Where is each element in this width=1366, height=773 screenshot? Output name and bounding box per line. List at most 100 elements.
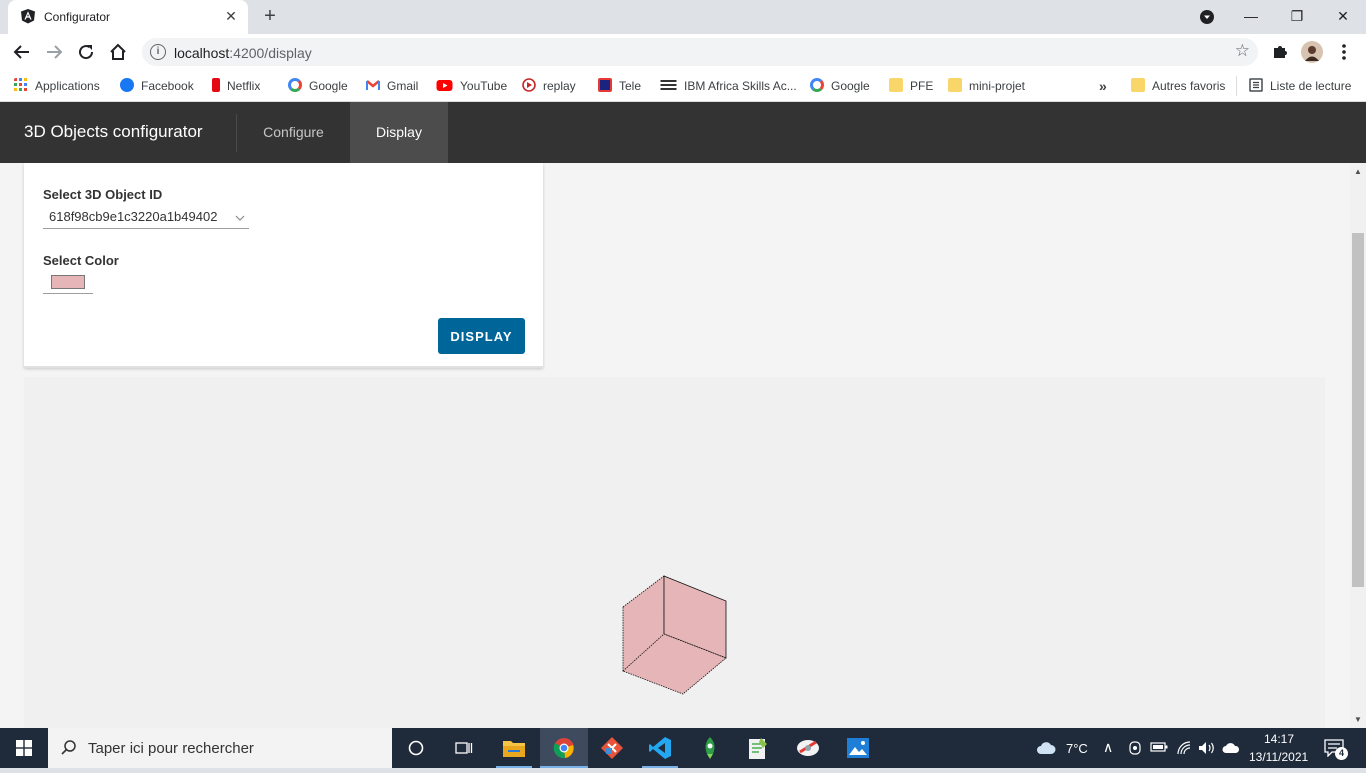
taskbar-git[interactable] — [588, 728, 636, 768]
bookmark-folder-pfe[interactable]: PFE — [889, 76, 933, 96]
bookmark-folder-mini-projet[interactable]: mini-projet — [948, 76, 1025, 96]
new-tab-button[interactable]: + — [258, 6, 282, 28]
tray-expand-icon[interactable]: ∧ — [1103, 739, 1113, 756]
3d-viewer-canvas[interactable] — [24, 377, 1325, 728]
battery-icon[interactable] — [1150, 741, 1168, 753]
address-bar[interactable]: i localhost:4200/display ☆ — [142, 38, 1258, 66]
weather-temperature[interactable]: 7°C — [1066, 741, 1088, 756]
taskbar-vscode[interactable] — [636, 728, 684, 768]
google-icon — [810, 78, 824, 92]
replay-icon — [522, 78, 536, 92]
more-vertical-icon — [1342, 44, 1346, 60]
3d-cube[interactable] — [622, 575, 727, 695]
bookmark-google[interactable]: Google — [288, 76, 348, 96]
taskbar-photos[interactable] — [834, 728, 882, 768]
vscode-icon — [649, 737, 671, 759]
url-text[interactable]: localhost:4200/display — [174, 45, 312, 61]
chevron-down-icon — [235, 215, 245, 221]
app-header: 3D Objects configurator Configure Displa… — [0, 102, 1366, 163]
bookmark-folder-autres-favoris[interactable]: Autres favoris — [1131, 76, 1225, 96]
notification-center-button[interactable]: 4 — [1322, 738, 1348, 760]
clock-time[interactable]: 14:17 — [1264, 732, 1294, 746]
reload-button[interactable] — [74, 40, 98, 64]
volume-icon[interactable] — [1198, 740, 1216, 756]
bookmarks-bar: Applications Facebook Netflix Google Gma… — [0, 70, 1366, 166]
bookmark-facebook[interactable]: Facebook — [120, 76, 194, 96]
taskbar-notepad[interactable] — [734, 728, 782, 768]
google-icon — [288, 78, 302, 92]
profile-menu-button[interactable] — [1184, 4, 1230, 30]
profile-avatar[interactable] — [1300, 40, 1324, 64]
tab-configure[interactable]: Configure — [237, 102, 350, 163]
folder-icon — [948, 78, 962, 92]
main-content: Select 3D Object ID 618f98cb9e1c3220a1b4… — [0, 163, 1350, 728]
color-label: Select Color — [43, 253, 119, 268]
maximize-button[interactable]: ❐ — [1274, 4, 1320, 30]
clock-date[interactable]: 13/11/2021 — [1249, 750, 1308, 764]
browser-tab[interactable]: Configurator ✕ — [8, 0, 248, 34]
reading-list-icon — [1249, 78, 1263, 92]
robo3t-icon — [705, 737, 715, 759]
bookmark-applications[interactable]: Applications — [14, 76, 100, 96]
avatar — [1301, 41, 1323, 63]
notification-badge: 4 — [1335, 747, 1348, 760]
youtube-icon — [436, 80, 453, 91]
scrollbar-thumb[interactable] — [1352, 233, 1364, 587]
taskbar-chrome[interactable] — [540, 728, 588, 768]
back-button[interactable] — [10, 40, 34, 64]
taskbar-file-explorer[interactable] — [490, 728, 538, 768]
app-brand[interactable]: 3D Objects configurator — [24, 122, 203, 142]
taskbar-search[interactable]: Taper ici pour rechercher — [48, 728, 392, 768]
reading-list-button[interactable]: Liste de lecture — [1249, 76, 1351, 96]
cortana-button[interactable] — [392, 728, 440, 768]
browser-tab-strip: Configurator ✕ + — ❐ ✕ — [0, 0, 1366, 34]
task-view-icon — [455, 742, 473, 754]
display-button[interactable]: DISPLAY — [438, 318, 525, 354]
chrome-icon — [553, 738, 574, 759]
task-view-button[interactable] — [440, 728, 488, 768]
bookmark-google-2[interactable]: Google — [810, 76, 870, 96]
object-id-label: Select 3D Object ID — [43, 187, 163, 202]
taskbar-robo3t[interactable] — [686, 728, 734, 768]
forward-button[interactable] — [42, 40, 66, 64]
bookmark-youtube[interactable]: YouTube — [436, 76, 507, 96]
onedrive-icon[interactable] — [1222, 742, 1240, 754]
minimize-button[interactable]: — — [1228, 4, 1274, 30]
gmail-icon — [366, 80, 380, 90]
3d-scene — [622, 575, 727, 695]
wifi-icon[interactable] — [1176, 740, 1192, 756]
browser-toolbar: i localhost:4200/display ☆ — [0, 34, 1366, 70]
bookmark-gmail[interactable]: Gmail — [366, 76, 418, 96]
start-button[interactable] — [0, 728, 48, 768]
tab-display[interactable]: Display — [350, 102, 448, 163]
scroll-up-icon[interactable]: ▲ — [1354, 167, 1362, 176]
home-icon — [110, 43, 126, 60]
bookmark-star-icon[interactable]: ☆ — [1235, 41, 1250, 61]
extensions-button[interactable] — [1268, 40, 1292, 64]
more-menu-button[interactable] — [1332, 40, 1356, 64]
bookmark-ibm[interactable]: IBM Africa Skills Ac... — [660, 76, 797, 96]
bookmark-netflix[interactable]: Netflix — [212, 76, 260, 96]
bookmark-replay[interactable]: replay — [522, 76, 576, 96]
color-picker[interactable] — [43, 273, 93, 294]
forward-arrow-icon — [47, 45, 63, 59]
home-button[interactable] — [106, 40, 130, 64]
taskbar-app-7[interactable] — [784, 728, 832, 768]
netflix-icon — [212, 78, 220, 92]
bookmarks-divider — [1236, 76, 1237, 96]
scroll-down-icon[interactable]: ▼ — [1354, 715, 1362, 724]
close-tab-icon[interactable]: ✕ — [222, 7, 240, 25]
ibm-icon — [660, 80, 677, 90]
reload-icon — [79, 45, 94, 60]
camera-icon[interactable] — [1128, 740, 1142, 756]
weather-cloud-icon[interactable] — [1036, 740, 1056, 756]
info-icon[interactable]: i — [150, 44, 166, 60]
bookmark-tele[interactable]: Tele — [598, 76, 641, 96]
close-window-button[interactable]: ✕ — [1320, 4, 1366, 30]
page-scrollbar[interactable]: ▲ ▼ — [1350, 163, 1366, 728]
cortana-icon — [408, 740, 424, 756]
object-id-select[interactable]: 618f98cb9e1c3220a1b49402 — [43, 208, 249, 229]
more-bookmarks-button[interactable]: » — [1099, 76, 1107, 96]
windows-taskbar: Taper ici pour rechercher 7°C ∧ 14:17 13… — [0, 728, 1366, 768]
facebook-icon — [120, 78, 134, 92]
